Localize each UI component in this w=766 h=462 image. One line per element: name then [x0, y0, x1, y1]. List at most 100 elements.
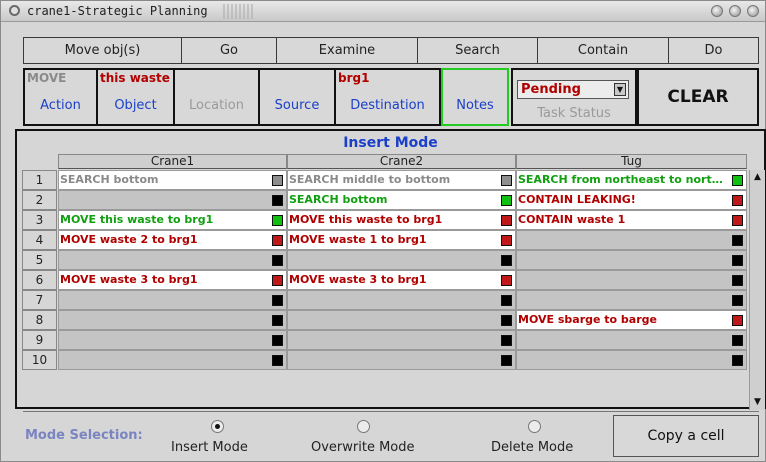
task-status-square-icon[interactable] [501, 255, 512, 266]
action-slot[interactable]: MOVE Action [23, 68, 98, 126]
window-menu-icon[interactable] [9, 5, 20, 16]
task-status-square-icon[interactable] [501, 235, 512, 246]
menu-go[interactable]: Go [182, 38, 277, 63]
plan-cell[interactable] [516, 330, 747, 350]
task-status-square-icon[interactable] [501, 175, 512, 186]
task-status-square-icon[interactable] [732, 275, 743, 286]
plan-cell[interactable] [58, 310, 287, 330]
task-status-square-icon[interactable] [501, 215, 512, 226]
plan-cell[interactable]: SEARCH from northeast to northw... [516, 170, 747, 190]
task-status-square-icon[interactable] [732, 175, 743, 186]
task-status-square-icon[interactable] [272, 315, 283, 326]
plan-cell[interactable]: MOVE waste 3 to brg1 [58, 270, 287, 290]
menu-do[interactable]: Do [669, 38, 758, 63]
scroll-down-icon[interactable]: ▼ [752, 397, 763, 408]
plan-cell[interactable] [287, 310, 516, 330]
task-status-square-icon[interactable] [732, 235, 743, 246]
task-status-square-icon[interactable] [272, 295, 283, 306]
task-status-square-icon[interactable] [732, 215, 743, 226]
insert-mode-radio[interactable] [211, 420, 224, 433]
plan-cell[interactable] [58, 290, 287, 310]
plan-cell[interactable]: MOVE waste 3 to brg1 [287, 270, 516, 290]
task-status-square-icon[interactable] [272, 335, 283, 346]
plan-cell[interactable]: SEARCH bottom [58, 170, 287, 190]
menu-search[interactable]: Search [418, 38, 538, 63]
task-status-square-icon[interactable] [732, 195, 743, 206]
task-status-square-icon[interactable] [501, 275, 512, 286]
row-number[interactable]: 10 [22, 350, 57, 370]
plan-cell[interactable] [516, 350, 747, 370]
delete-mode-radio[interactable] [528, 420, 541, 433]
task-status-square-icon[interactable] [272, 175, 283, 186]
task-status-square-icon[interactable] [272, 275, 283, 286]
plan-cell[interactable] [287, 330, 516, 350]
insert-mode-label[interactable]: Insert Mode [171, 440, 248, 455]
menu-examine[interactable]: Examine [277, 38, 418, 63]
row-number[interactable]: 2 [22, 190, 57, 210]
menu-contain[interactable]: Contain [538, 38, 669, 63]
plan-cell[interactable]: MOVE waste 2 to brg1 [58, 230, 287, 250]
row-number[interactable]: 7 [22, 290, 57, 310]
vertical-scrollbar[interactable]: ▲ ▼ [749, 170, 765, 410]
task-status-square-icon[interactable] [272, 235, 283, 246]
clear-button[interactable]: CLEAR [637, 68, 759, 126]
dropdown-arrow-icon[interactable]: ▼ [614, 83, 626, 96]
task-status-square-icon[interactable] [732, 335, 743, 346]
task-status-square-icon[interactable] [732, 315, 743, 326]
plan-cell[interactable] [287, 290, 516, 310]
row-number[interactable]: 8 [22, 310, 57, 330]
plan-cell[interactable] [516, 290, 747, 310]
row-number[interactable]: 6 [22, 270, 57, 290]
maximize-button[interactable] [729, 5, 741, 17]
plan-cell[interactable]: MOVE waste 1 to brg1 [287, 230, 516, 250]
task-status-square-icon[interactable] [732, 255, 743, 266]
plan-cell[interactable] [516, 230, 747, 250]
plan-cell[interactable] [58, 250, 287, 270]
plan-cell[interactable]: MOVE this waste to brg1 [58, 210, 287, 230]
task-status-square-icon[interactable] [272, 195, 283, 206]
destination-slot[interactable]: brg1 Destination [334, 68, 441, 126]
plan-cell[interactable]: MOVE this waste to brg1 [287, 210, 516, 230]
plan-cell[interactable] [58, 330, 287, 350]
overwrite-mode-radio[interactable] [357, 420, 370, 433]
menu-move-objects[interactable]: Move obj(s) [24, 38, 182, 63]
notes-slot[interactable]: Notes [441, 68, 509, 126]
plan-cell[interactable]: CONTAIN waste 1 [516, 210, 747, 230]
scroll-up-icon[interactable]: ▲ [752, 172, 763, 183]
source-slot[interactable]: Source [258, 68, 336, 126]
plan-cell[interactable] [287, 250, 516, 270]
task-status-select[interactable]: Pending ▼ [517, 80, 629, 99]
plan-cell[interactable] [516, 270, 747, 290]
plan-cell[interactable] [58, 190, 287, 210]
overwrite-mode-label[interactable]: Overwrite Mode [311, 440, 415, 455]
close-button[interactable] [747, 5, 759, 17]
task-status-square-icon[interactable] [272, 355, 283, 366]
task-status-square-icon[interactable] [501, 355, 512, 366]
task-status-square-icon[interactable] [732, 355, 743, 366]
title-bar[interactable]: crane1-Strategic Planning [1, 1, 765, 22]
plan-cell[interactable] [287, 350, 516, 370]
row-number[interactable]: 3 [22, 210, 57, 230]
task-status-square-icon[interactable] [501, 315, 512, 326]
task-status-square-icon[interactable] [501, 195, 512, 206]
plan-cell[interactable]: SEARCH bottom [287, 190, 516, 210]
object-slot[interactable]: this waste Object [96, 68, 175, 126]
task-status-square-icon[interactable] [732, 295, 743, 306]
plan-cell[interactable]: SEARCH middle to bottom [287, 170, 516, 190]
copy-cell-button[interactable]: Copy a cell [613, 415, 759, 457]
row-number[interactable]: 9 [22, 330, 57, 350]
minimize-button[interactable] [711, 5, 723, 17]
location-slot[interactable]: Location [173, 68, 260, 126]
task-status-square-icon[interactable] [501, 335, 512, 346]
task-status-square-icon[interactable] [272, 215, 283, 226]
delete-mode-label[interactable]: Delete Mode [491, 440, 573, 455]
task-status-square-icon[interactable] [272, 255, 283, 266]
plan-cell[interactable]: MOVE sbarge to barge [516, 310, 747, 330]
row-number[interactable]: 5 [22, 250, 57, 270]
task-status-square-icon[interactable] [501, 295, 512, 306]
plan-cell[interactable] [58, 350, 287, 370]
row-number[interactable]: 1 [22, 170, 57, 190]
plan-cell[interactable]: CONTAIN LEAKING! [516, 190, 747, 210]
row-number[interactable]: 4 [22, 230, 57, 250]
plan-cell[interactable] [516, 250, 747, 270]
